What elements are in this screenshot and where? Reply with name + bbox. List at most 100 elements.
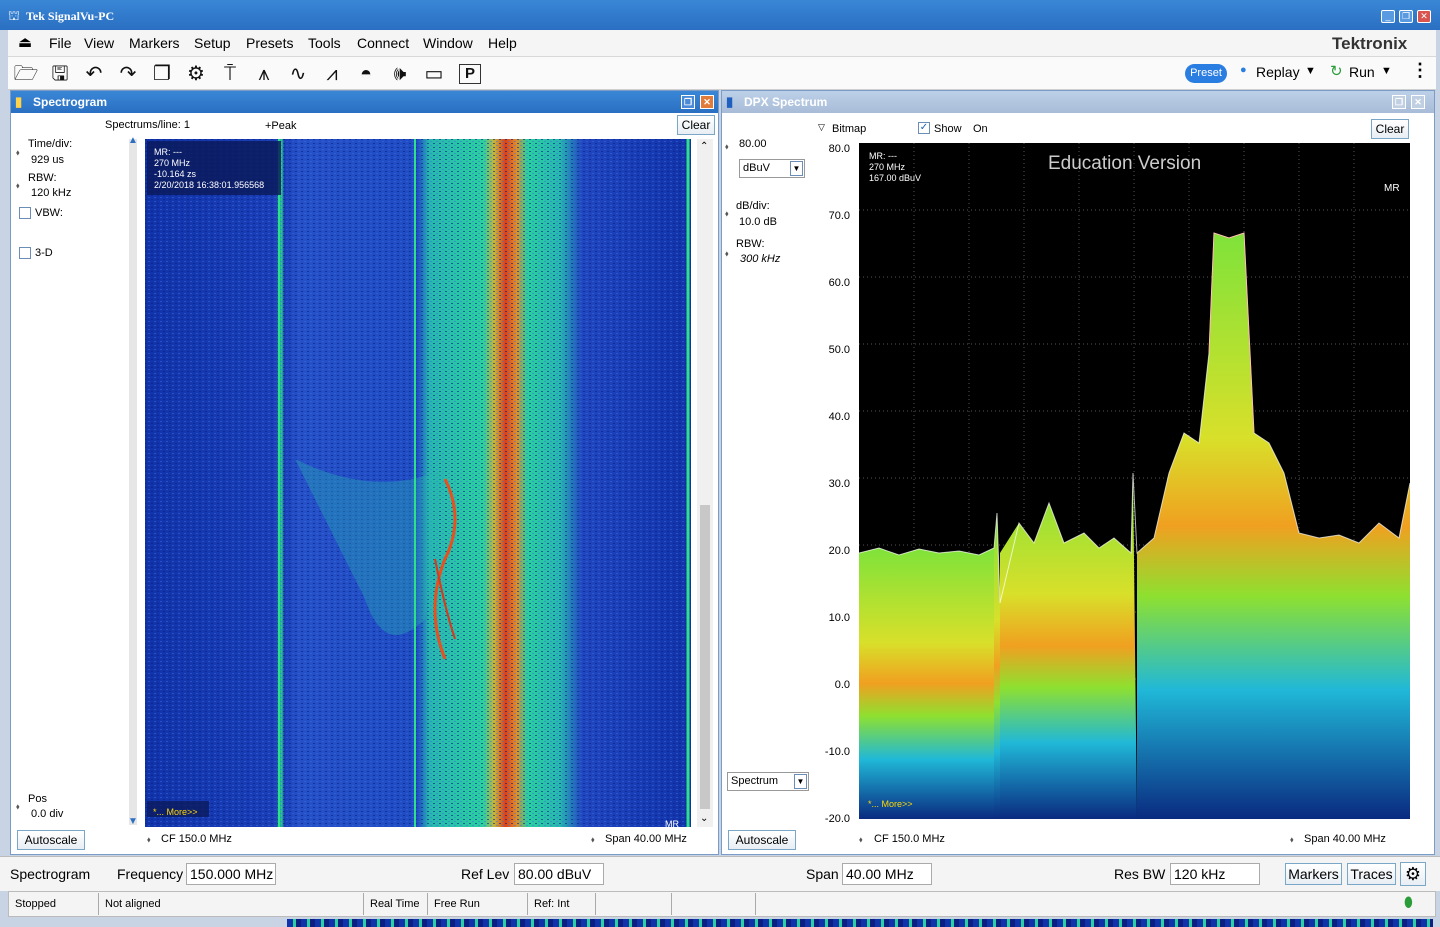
- panel-restore-button[interactable]: ❐: [1392, 95, 1406, 109]
- restore-button[interactable]: ❐: [1399, 10, 1413, 23]
- dpx-rbw-value[interactable]: 300 kHz: [740, 253, 780, 265]
- rbw-value[interactable]: 120 kHz: [31, 187, 71, 199]
- adjust-icon[interactable]: ⬧: [16, 802, 20, 812]
- threed-checkbox[interactable]: [19, 247, 31, 259]
- show-checkbox[interactable]: ✓: [918, 122, 930, 134]
- position-bottom-marker[interactable]: ▼: [128, 816, 138, 827]
- panel-close-button[interactable]: ✕: [1411, 95, 1425, 109]
- pos-value[interactable]: 0.0 div: [31, 808, 63, 820]
- chevron-down-icon[interactable]: ▽: [818, 122, 825, 133]
- panel-restore-button[interactable]: ❐: [681, 95, 695, 109]
- minimize-button[interactable]: _: [1381, 10, 1395, 23]
- settings-gear-icon[interactable]: ⚙: [1400, 862, 1426, 886]
- adjust-icon[interactable]: ⬧: [591, 835, 595, 845]
- adjust-icon[interactable]: ⬧: [16, 148, 20, 158]
- resbw-field[interactable]: 120 kHz: [1170, 863, 1260, 885]
- adjust-icon[interactable]: ⬧: [1290, 835, 1294, 845]
- unit-value: dBuV: [743, 162, 770, 174]
- eject-icon[interactable]: ⏏: [18, 33, 32, 51]
- menu-view[interactable]: View: [84, 35, 114, 51]
- spectrogram-autoscale-button[interactable]: Autoscale: [17, 830, 85, 850]
- spectrogram-span[interactable]: Span 40.00 MHz: [605, 833, 687, 845]
- marker-line-1: MR: ---: [154, 147, 182, 157]
- spectrogram-more-link[interactable]: *... More>>: [153, 807, 198, 817]
- position-bar[interactable]: [129, 139, 137, 825]
- ref-value[interactable]: 80.00: [739, 138, 767, 150]
- reflev-field[interactable]: 80.00 dBuV: [514, 863, 604, 885]
- menu-markers[interactable]: Markers: [129, 35, 180, 51]
- spectrogram-clear-button[interactable]: Clear: [677, 115, 715, 135]
- spectrum-icon[interactable]: ⩚: [251, 61, 277, 87]
- scroll-up-icon[interactable]: ⌃: [700, 141, 708, 152]
- spectrogram-scrollbar[interactable]: ⌃ ⌄: [697, 139, 713, 827]
- bitmap-label[interactable]: Bitmap: [832, 123, 866, 135]
- dpx-icon[interactable]: ∿: [285, 61, 311, 87]
- frequency-label: Frequency: [117, 866, 184, 882]
- chevron-down-icon[interactable]: ▼: [1381, 65, 1392, 77]
- more-options-icon[interactable]: ⋮: [1411, 60, 1429, 81]
- status-empty-1: [596, 893, 672, 915]
- spectrogram-display[interactable]: [145, 139, 691, 827]
- menu-file[interactable]: File: [49, 35, 72, 51]
- adjust-icon[interactable]: ⬧: [725, 142, 729, 152]
- markers-button[interactable]: Markers: [1285, 863, 1342, 885]
- adjust-icon[interactable]: ⬧: [16, 181, 20, 191]
- pulse-icon[interactable]: P: [459, 64, 481, 84]
- menu-help[interactable]: Help: [488, 35, 517, 51]
- db-div-value[interactable]: 10.0 dB: [739, 216, 777, 228]
- menu-setup[interactable]: Setup: [194, 35, 231, 51]
- record-icon[interactable]: ▭: [421, 61, 447, 87]
- adjust-icon[interactable]: ⬧: [725, 249, 729, 259]
- vbw-checkbox[interactable]: [19, 207, 31, 219]
- pos-label: Pos: [28, 793, 47, 805]
- open-icon[interactable]: 🗁: [13, 61, 39, 87]
- status-acquisition: Stopped: [9, 893, 99, 915]
- trace-select[interactable]: Spectrum ▼: [727, 772, 809, 791]
- spectrogram-cf[interactable]: CF 150.0 MHz: [161, 833, 232, 845]
- demod-icon[interactable]: ⩘: [319, 61, 345, 87]
- scroll-down-icon[interactable]: ⌄: [700, 813, 708, 824]
- adjust-icon[interactable]: ⬧: [725, 209, 729, 219]
- frequency-field[interactable]: 150.000 MHz: [186, 863, 276, 885]
- adjust-icon[interactable]: ⬧: [859, 835, 863, 845]
- span-field[interactable]: 40.00 MHz: [842, 863, 932, 885]
- dpx-more-link[interactable]: *... More>>: [868, 799, 913, 809]
- chevron-down-icon[interactable]: ▼: [790, 161, 803, 176]
- y-tick: 40.0: [828, 411, 850, 423]
- traces-button[interactable]: Traces: [1347, 863, 1396, 885]
- chevron-down-icon[interactable]: ▼: [1305, 65, 1316, 77]
- save-icon[interactable]: 🖫: [47, 61, 73, 87]
- status-alignment[interactable]: Not aligned: [99, 893, 364, 915]
- menu-tools[interactable]: Tools: [308, 35, 341, 51]
- menu-window[interactable]: Window: [423, 35, 473, 51]
- chevron-down-icon[interactable]: ▼: [794, 774, 807, 789]
- menu-presets[interactable]: Presets: [246, 35, 293, 51]
- y-tick: 0.0: [834, 679, 850, 691]
- dpx-span[interactable]: Span 40.00 MHz: [1304, 833, 1386, 845]
- spectrogram-mr-label: MR: [665, 819, 679, 829]
- dpx-autoscale-button[interactable]: Autoscale: [728, 830, 796, 850]
- close-button[interactable]: ✕: [1417, 10, 1431, 23]
- replay-button[interactable]: Replay: [1256, 64, 1300, 80]
- unit-select[interactable]: dBuV ▼: [739, 159, 805, 178]
- audio-icon[interactable]: 🕪: [387, 61, 413, 87]
- dpx-clear-button[interactable]: Clear: [1371, 119, 1409, 139]
- windows-icon[interactable]: ❐: [149, 61, 175, 87]
- trigger-icon[interactable]: ⍑: [217, 61, 243, 87]
- scroll-thumb[interactable]: [700, 505, 710, 809]
- adjust-icon[interactable]: ⬧: [147, 835, 151, 845]
- preset-button[interactable]: Preset: [1185, 64, 1227, 83]
- resbw-label: Res BW: [1114, 866, 1166, 882]
- redo-icon[interactable]: ↷: [115, 61, 141, 87]
- position-top-marker[interactable]: ▲: [128, 135, 138, 146]
- dpx-cf[interactable]: CF 150.0 MHz: [874, 833, 945, 845]
- panel-close-button[interactable]: ✕: [700, 95, 714, 109]
- menu-connect[interactable]: Connect: [357, 35, 409, 51]
- time-div-value[interactable]: 929 us: [31, 154, 64, 166]
- undo-icon[interactable]: ↶: [81, 61, 107, 87]
- dpx-display[interactable]: [859, 143, 1410, 819]
- y-tick: 30.0: [828, 478, 850, 490]
- settings-icon[interactable]: ⚙: [183, 61, 209, 87]
- satellite-icon[interactable]: ◓: [353, 61, 379, 87]
- run-button[interactable]: Run: [1349, 64, 1375, 80]
